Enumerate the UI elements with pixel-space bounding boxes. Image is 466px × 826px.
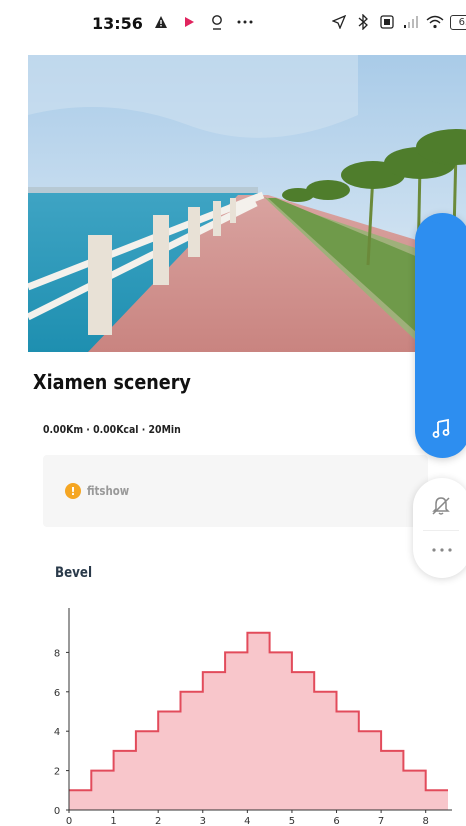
x-tick-label: 3: [200, 816, 206, 826]
status-time: 13:56: [92, 14, 143, 33]
status-bar: 13:56 63: [0, 0, 466, 50]
x-tick-label: 6: [333, 816, 339, 826]
x-tick-label: 1: [110, 816, 116, 826]
bell-off-icon[interactable]: [430, 495, 452, 517]
y-tick-label: 0: [54, 806, 60, 817]
y-tick-label: 6: [54, 688, 60, 699]
info-icon: !: [65, 483, 81, 499]
divider: [423, 530, 459, 531]
bluetooth-icon: [354, 12, 372, 32]
music-note-icon[interactable]: [430, 418, 452, 440]
scene-title: Xiamen scenery: [33, 370, 191, 394]
battery-icon: 63: [450, 14, 466, 30]
y-tick-label: 8: [54, 648, 60, 659]
scene-stats: 0.00Km · 0.00Kcal · 20Min: [43, 423, 181, 436]
more-dots-icon[interactable]: [430, 542, 454, 552]
x-tick-label: 8: [423, 816, 429, 826]
floating-actions: [413, 478, 466, 578]
music-panel[interactable]: [415, 213, 466, 458]
nfc-icon: [378, 12, 396, 32]
notice-card: ! fitshow: [43, 455, 428, 527]
section-label: Bevel: [55, 565, 93, 581]
warning-icon: [152, 12, 170, 32]
incline-area: [69, 632, 448, 810]
play-icon: [180, 12, 198, 32]
y-tick-label: 4: [54, 727, 60, 738]
x-tick-label: 2: [155, 816, 161, 826]
location-icon: [330, 12, 348, 32]
more-icon: [236, 12, 254, 32]
x-tick-label: 4: [244, 816, 250, 826]
wifi-icon: [426, 12, 444, 32]
notice-text: fitshow: [87, 484, 130, 498]
signal-icon: [402, 12, 420, 32]
status-icons-right: 63: [330, 12, 466, 32]
hero-image: [28, 55, 466, 352]
incline-chart-svg: 0 2 4 6 8 0 1 2 3 4 5 6 7 8: [54, 608, 452, 826]
x-tick-label: 7: [378, 816, 384, 826]
status-icons-left: [152, 12, 254, 32]
incline-chart: 0 2 4 6 8 0 1 2 3 4 5 6 7 8: [40, 605, 460, 826]
x-tick-label: 0: [66, 816, 72, 826]
seaside-promenade-illustration: [28, 55, 466, 352]
x-tick-label: 5: [289, 816, 295, 826]
search-icon: [208, 12, 226, 32]
y-tick-label: 2: [54, 767, 60, 778]
